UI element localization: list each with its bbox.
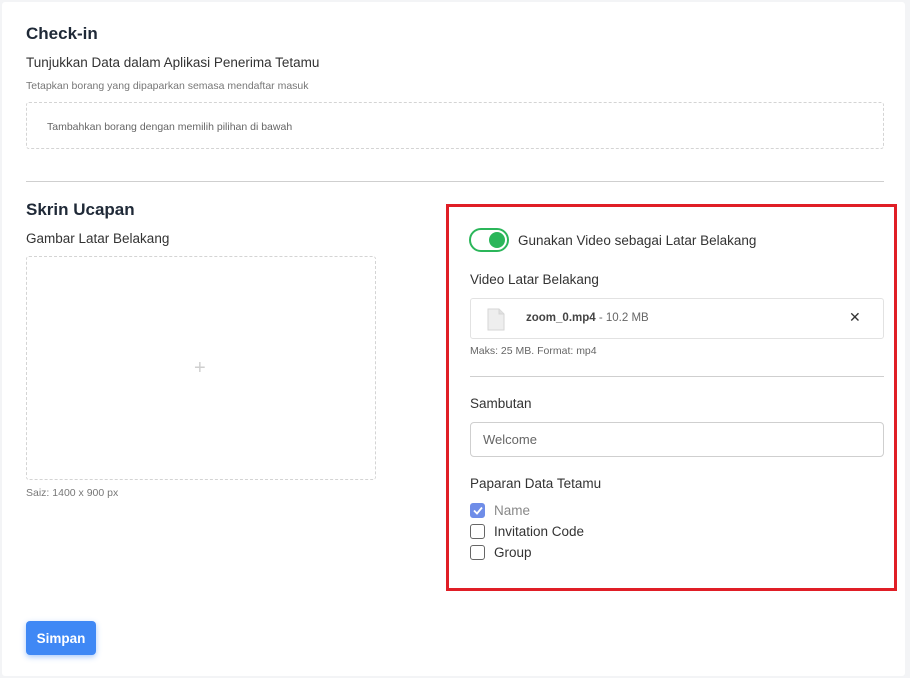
checkin-title: Check-in (26, 24, 98, 43)
option-invitation-code[interactable]: Invitation Code (470, 524, 584, 539)
group-checkbox[interactable] (470, 545, 485, 560)
invitation-code-checkbox[interactable] (470, 524, 485, 539)
guest-data-label: Paparan Data Tetamu (470, 476, 602, 491)
section-divider (26, 181, 884, 182)
file-name: zoom_0.mp4 (526, 312, 596, 324)
greeting-input[interactable]: Welcome (470, 422, 884, 457)
checkin-hint: Tetapkan borang yang dipaparkan semasa m… (26, 80, 309, 92)
invitation-code-option-label: Invitation Code (494, 524, 585, 539)
name-checkbox[interactable] (470, 503, 485, 518)
welcome-screen-title: Skrin Ucapan (26, 200, 135, 219)
option-group[interactable]: Group (470, 545, 532, 560)
greeting-label: Sambutan (470, 396, 532, 411)
checkin-form-placeholder: Tambahkan borang dengan memilih pilihan … (47, 121, 293, 133)
plus-icon: + (194, 357, 206, 379)
file-info: zoom_0.mp4 - 10.2 MB (526, 312, 649, 324)
check-icon (472, 506, 483, 515)
checkin-subtitle: Tunjukkan Data dalam Aplikasi Penerima T… (26, 55, 320, 70)
video-label: Video Latar Belakang (470, 272, 599, 287)
file-icon (487, 308, 505, 331)
save-button[interactable]: Simpan (26, 621, 96, 655)
checkin-form-dropzone[interactable]: Tambahkan borang dengan memilih pilihan … (26, 102, 884, 149)
file-size: - 10.2 MB (595, 312, 649, 324)
group-option-label: Group (494, 545, 532, 560)
video-file-item: zoom_0.mp4 - 10.2 MB ✕ (470, 298, 884, 339)
toggle-knob (489, 232, 505, 248)
name-option-label: Name (494, 503, 531, 518)
settings-card: Check-in Tunjukkan Data dalam Aplikasi P… (2, 2, 905, 676)
option-name[interactable]: Name (470, 503, 530, 518)
bg-image-size-hint: Saiz: 1400 x 900 px (26, 487, 119, 499)
video-panel-divider (470, 376, 884, 377)
bg-image-label: Gambar Latar Belakang (26, 231, 170, 246)
use-video-label: Gunakan Video sebagai Latar Belakang (518, 233, 757, 248)
bg-image-upload[interactable]: + (26, 256, 376, 480)
remove-file-icon[interactable]: ✕ (849, 309, 861, 326)
video-file-hint: Maks: 25 MB. Format: mp4 (470, 345, 597, 357)
use-video-toggle[interactable] (469, 228, 509, 252)
